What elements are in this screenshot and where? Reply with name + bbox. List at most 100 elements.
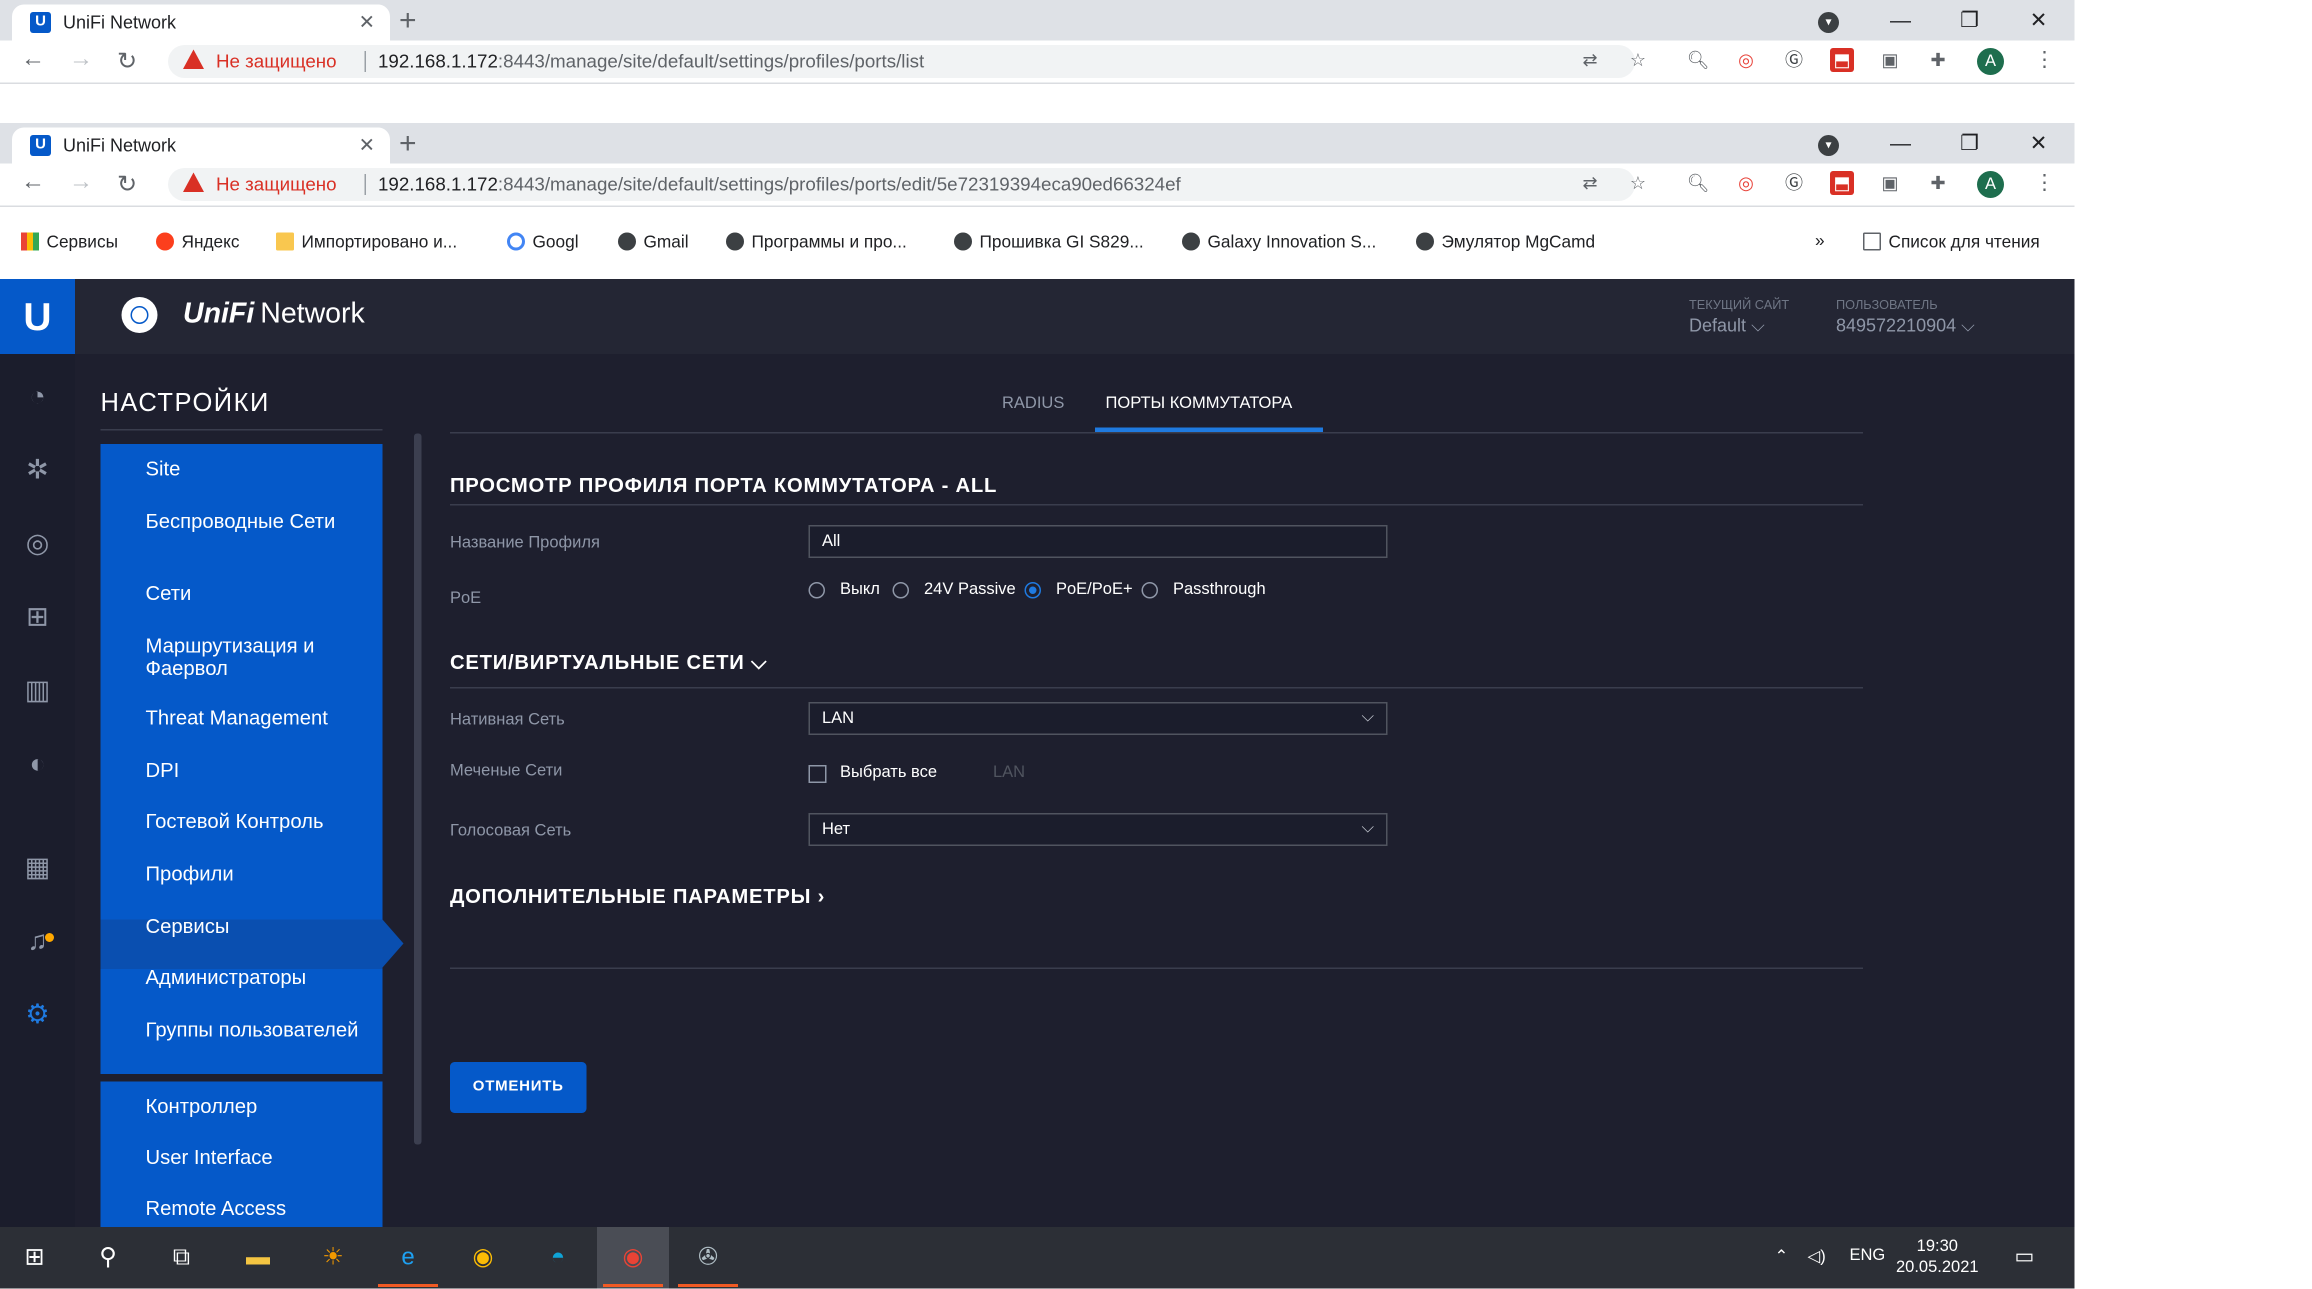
profile-name-input[interactable]: All [808,525,1388,558]
networks-section-toggle[interactable]: СЕТИ/ВИРТУАЛЬНЫЕ СЕТИ ⌵ [450,651,767,675]
edge-icon[interactable]: ◓ [539,1239,578,1278]
extension-g-icon[interactable]: Ⓖ [1782,48,1806,72]
forward-arrow-icon[interactable]: → [69,170,93,197]
chrome-icon[interactable]: ◉ [464,1239,503,1278]
reload-icon[interactable]: ↻ [117,170,137,200]
advanced-section-toggle[interactable]: ДОПОЛНИТЕЛЬНЫЕ ПАРАМЕТРЫ › [450,885,825,908]
profile-avatar[interactable]: A [1977,171,2004,198]
settings-item-controller[interactable]: Контроллер [146,1095,371,1118]
translate-icon[interactable]: ⇄ [1578,171,1602,195]
topology-icon[interactable]: ✲ [20,452,56,488]
settings-item-services[interactable]: Сервисы [146,915,371,938]
extension-search-icon[interactable]: 🔍︎ [1686,171,1710,195]
settings-item-dpi[interactable]: DPI [146,759,371,782]
extension-target-icon[interactable]: ◎ [1734,48,1758,72]
bookmarks-overflow-button[interactable]: » [1815,233,1825,251]
restore-button[interactable]: ❐ [1935,123,2004,164]
cancel-button[interactable]: ОТМЕНИТЬ [450,1062,587,1113]
back-arrow-icon[interactable]: ← [21,170,45,197]
pdf-extension-icon[interactable]: ⬒ [1830,48,1854,72]
bookmark-emulator[interactable]: Эмулятор MgCamd [1416,232,1595,252]
security-label[interactable]: Не защищено [216,51,337,72]
extension-g-icon[interactable]: Ⓖ [1782,171,1806,195]
extension-target-icon[interactable]: ◎ [1734,171,1758,195]
poe-poe-label[interactable]: PoE/PoE+ [1056,581,1133,599]
new-tab-button[interactable]: + [399,128,417,163]
statistics-icon[interactable]: ▥ [20,672,56,708]
volume-icon[interactable]: ◁) [1808,1247,1826,1266]
settings-item-site[interactable]: Site [146,458,371,481]
insights-icon[interactable]: ◐ [20,746,56,782]
internet-explorer-icon[interactable]: e [389,1239,428,1278]
tagged-lan-option[interactable]: LAN [993,764,1025,782]
poe-passthrough-label[interactable]: Passthrough [1173,581,1266,599]
front-address-bar[interactable]: Не защищено 192.168.1.172:8443/manage/si… [168,168,1635,201]
settings-item-user-interface[interactable]: User Interface [146,1146,371,1169]
settings-item-routing[interactable]: Маршрутизация и Фаервол [146,635,371,680]
clock[interactable]: 19:30 20.05.2021 [1896,1236,1979,1278]
forward-arrow-icon[interactable]: → [69,47,93,74]
profile-avatar[interactable]: A [1977,48,2004,75]
poe-off-radio[interactable] [808,582,825,599]
settings-item-profiles[interactable]: Профили [146,863,371,886]
bookmark-imported[interactable]: Импортировано и... [276,232,457,252]
tab-switch-ports[interactable]: ПОРТЫ КОММУТАТОРА [1106,395,1293,413]
back-arrow-icon[interactable]: ← [21,47,45,74]
settings-scrollbar[interactable] [414,433,422,1145]
chrome-menu-icon[interactable]: ⋮ [2034,47,2055,73]
bookmark-services[interactable]: Сервисы [21,232,118,252]
tab-search-icon[interactable]: ▾ [1818,12,1839,33]
poe-off-label[interactable]: Выкл [840,581,880,599]
settings-item-threat[interactable]: Threat Management [146,707,371,730]
ubiquiti-logo[interactable]: U [0,279,75,354]
bookmark-gmail[interactable]: Gmail [618,232,689,252]
native-network-select[interactable]: LAN ⌵ [808,702,1388,735]
new-tab-button[interactable]: + [399,5,417,40]
settings-item-networks[interactable]: Сети [146,582,371,605]
user-menu[interactable]: 849572210904 ⌵ [1836,315,1975,338]
app-sun-icon[interactable]: ☀ [314,1239,353,1278]
bookmark-galaxy[interactable]: Galaxy Innovation S... [1182,232,1376,252]
task-view-icon[interactable]: ⧉ [162,1239,201,1278]
url-text[interactable]: 192.168.1.172:8443/manage/site/default/s… [378,174,1181,195]
minimize-button[interactable]: — [1866,123,1935,164]
restore-button[interactable]: ❐ [1935,0,2004,41]
settings-item-guest[interactable]: Гостевой Контроль [146,810,371,833]
dashboard-icon[interactable]: ◔ [20,378,56,414]
events-calendar-icon[interactable]: ▦ [20,849,56,885]
close-window-button[interactable]: ✕ [2004,123,2073,164]
bookmark-programs[interactable]: Программы и про... [726,232,907,252]
reading-list-button[interactable]: Список для чтения [1863,232,2040,252]
settings-gear-icon[interactable]: ⚙ [20,996,56,1032]
select-all-checkbox[interactable] [808,765,827,783]
poe-24v-label[interactable]: 24V Passive [924,581,1016,599]
voice-network-select[interactable]: Нет ⌵ [808,813,1388,846]
chrome-menu-icon[interactable]: ⋮ [2034,170,2055,196]
extension-search-icon[interactable]: 🔍︎ [1686,48,1710,72]
extension-box-icon[interactable]: ▣ [1878,48,1902,72]
close-window-button[interactable]: ✕ [2004,0,2073,41]
chrome-active-icon[interactable]: ◉ [614,1239,653,1278]
pdf-extension-icon[interactable]: ⬒ [1830,171,1854,195]
settings-item-admins[interactable]: Администраторы [146,966,371,989]
extensions-puzzle-icon[interactable]: ✚ [1926,171,1950,195]
poe-poe-radio[interactable] [1024,582,1041,599]
extension-box-icon[interactable]: ▣ [1878,171,1902,195]
app-tool-icon[interactable]: ✇ [689,1239,728,1278]
bookmark-star-icon[interactable]: ☆ [1626,171,1650,195]
bookmark-yandex[interactable]: Яндекс [156,232,240,252]
select-all-label[interactable]: Выбрать все [840,764,937,782]
poe-24v-radio[interactable] [892,582,909,599]
tab-radius[interactable]: RADIUS [1002,395,1064,413]
back-browser-tab[interactable]: U UniFi Network ✕ [12,4,390,41]
back-address-bar[interactable]: Не защищено 192.168.1.172:8443/manage/si… [168,45,1635,78]
extensions-puzzle-icon[interactable]: ✚ [1926,48,1950,72]
poe-passthrough-radio[interactable] [1141,582,1158,599]
clients-icon[interactable]: ⊞ [20,599,56,635]
close-icon[interactable]: ✕ [359,11,375,35]
tray-overflow-chevron-icon[interactable]: ⌃ [1775,1247,1789,1266]
devices-icon[interactable]: ◎ [20,525,56,561]
translate-icon[interactable]: ⇄ [1578,48,1602,72]
settings-item-remote-access[interactable]: Remote Access [146,1197,371,1220]
close-icon[interactable]: ✕ [359,134,375,158]
